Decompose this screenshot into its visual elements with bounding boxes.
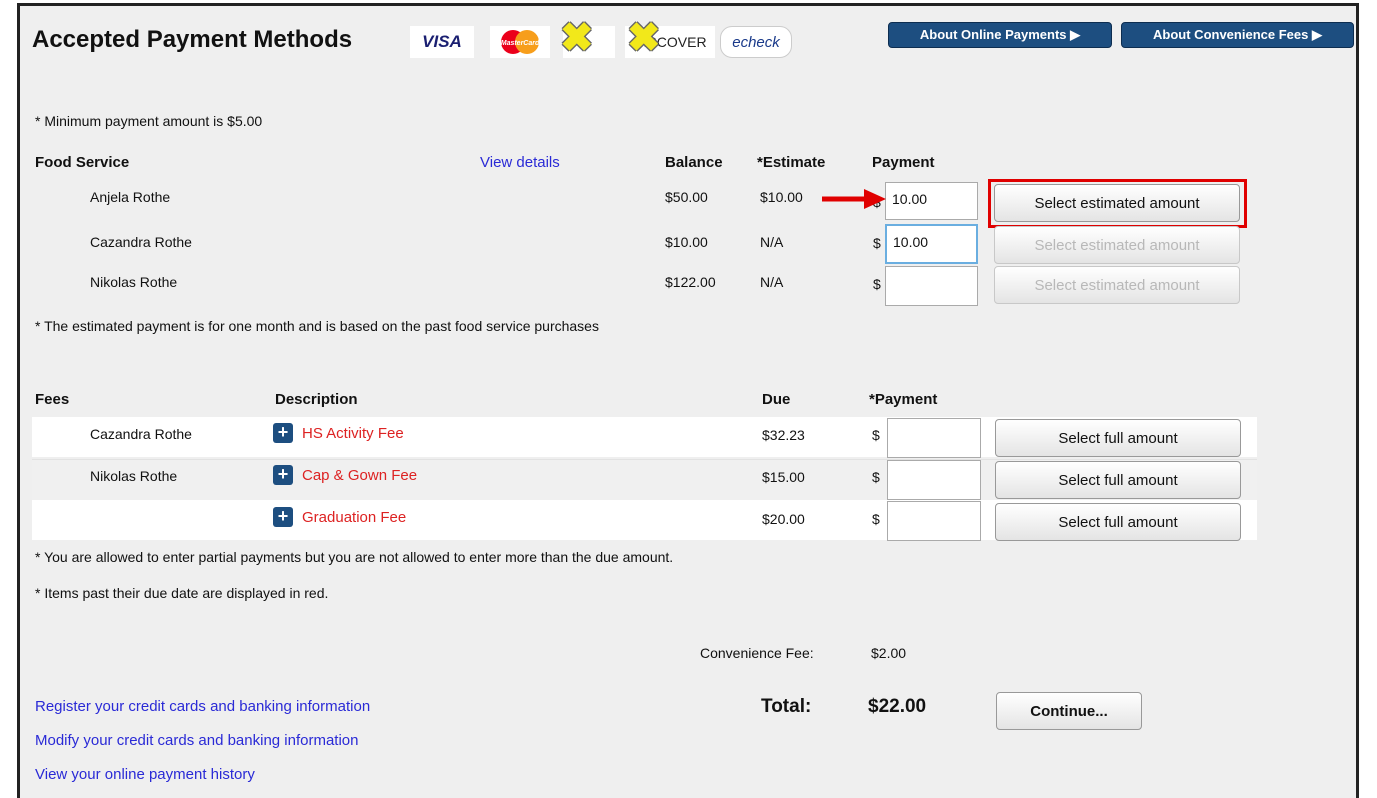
expand-plus-icon[interactable]: + xyxy=(273,465,293,485)
register-cards-link[interactable]: Register your credit cards and banking i… xyxy=(35,698,370,715)
about-convenience-fees-button[interactable]: About Convenience Fees ▶ xyxy=(1121,22,1354,48)
svg-text:MasterCard: MasterCard xyxy=(501,40,540,47)
overdue-note: * Items past their due date are displaye… xyxy=(35,585,329,601)
fee-payment-column-header: *Payment xyxy=(869,391,938,408)
select-estimated-amount-button[interactable]: Select estimated amount xyxy=(994,184,1240,222)
fee-payment-input[interactable] xyxy=(887,418,981,458)
convenience-fee-label: Convenience Fee: xyxy=(700,645,814,661)
fee-payment-input[interactable] xyxy=(887,501,981,541)
about-online-payments-button[interactable]: About Online Payments ▶ xyxy=(888,22,1112,48)
payment-input[interactable]: 10.00 xyxy=(885,224,978,264)
currency-symbol: $ xyxy=(872,511,880,527)
select-estimated-amount-button[interactable]: Select estimated amount xyxy=(994,226,1240,264)
payment-panel: Accepted Payment Methods VISA MasterCard… xyxy=(17,3,1359,798)
continue-button[interactable]: Continue... xyxy=(996,692,1142,730)
student-name: Nikolas Rothe xyxy=(90,274,178,290)
fee-description: HS Activity Fee xyxy=(302,425,404,442)
payment-history-link[interactable]: View your online payment history xyxy=(35,766,255,783)
balance-column-header: Balance xyxy=(665,154,723,171)
unavailable-x-icon: ✖ xyxy=(560,16,594,60)
student-name: Cazandra Rothe xyxy=(90,426,192,442)
estimate-value: N/A xyxy=(760,234,784,250)
echeck-logo: echeck xyxy=(720,26,792,58)
select-full-amount-button[interactable]: Select full amount xyxy=(995,503,1241,541)
fee-description: Graduation Fee xyxy=(302,509,407,526)
mastercard-logo: MasterCard xyxy=(490,26,550,58)
mastercard-icon: MasterCard xyxy=(501,30,540,54)
visa-logo: VISA xyxy=(410,26,474,58)
view-details-link[interactable]: View details xyxy=(480,154,560,171)
select-full-amount-button[interactable]: Select full amount xyxy=(995,461,1241,499)
student-name: Nikolas Rothe xyxy=(90,468,178,484)
select-full-amount-button[interactable]: Select full amount xyxy=(995,419,1241,457)
payment-column-header: Payment xyxy=(872,154,935,171)
balance-value: $50.00 xyxy=(665,189,708,205)
currency-symbol: $ xyxy=(872,427,880,443)
estimate-note: * The estimated payment is for one month… xyxy=(35,318,599,334)
fees-column-header: Fees xyxy=(35,391,70,408)
estimate-column-header: *Estimate xyxy=(757,154,826,171)
student-name: Anjela Rothe xyxy=(90,189,171,205)
currency-symbol: $ xyxy=(873,235,881,251)
due-column-header: Due xyxy=(762,391,791,408)
estimate-value: $10.00 xyxy=(760,189,803,205)
balance-value: $10.00 xyxy=(665,234,708,250)
red-arrow-icon xyxy=(822,189,886,209)
partial-payment-note: * You are allowed to enter partial payme… xyxy=(35,549,674,565)
due-value: $32.23 xyxy=(762,427,805,443)
balance-value: $122.00 xyxy=(665,274,716,290)
food-service-heading: Food Service xyxy=(35,154,130,171)
convenience-fee-value: $2.00 xyxy=(871,645,907,661)
currency-symbol: $ xyxy=(873,276,881,292)
select-estimated-amount-button[interactable]: Select estimated amount xyxy=(994,266,1240,304)
total-label: Total: xyxy=(761,696,812,717)
unavailable-x-icon: ✖ xyxy=(627,16,661,60)
payment-input[interactable]: 10.00 xyxy=(885,182,978,220)
total-value: $22.00 xyxy=(868,696,927,717)
estimate-value: N/A xyxy=(760,274,784,290)
modify-cards-link[interactable]: Modify your credit cards and banking inf… xyxy=(35,732,359,749)
expand-plus-icon[interactable]: + xyxy=(273,423,293,443)
due-value: $15.00 xyxy=(762,469,805,485)
student-name: Cazandra Rothe xyxy=(90,234,192,250)
currency-symbol: $ xyxy=(872,469,880,485)
page-title: Accepted Payment Methods xyxy=(32,26,353,53)
description-column-header: Description xyxy=(275,391,358,408)
due-value: $20.00 xyxy=(762,511,805,527)
minimum-payment-note: * Minimum payment amount is $5.00 xyxy=(35,113,263,129)
expand-plus-icon[interactable]: + xyxy=(273,507,293,527)
fee-payment-input[interactable] xyxy=(887,460,981,500)
fee-description: Cap & Gown Fee xyxy=(302,467,418,484)
payment-input[interactable] xyxy=(885,266,978,306)
